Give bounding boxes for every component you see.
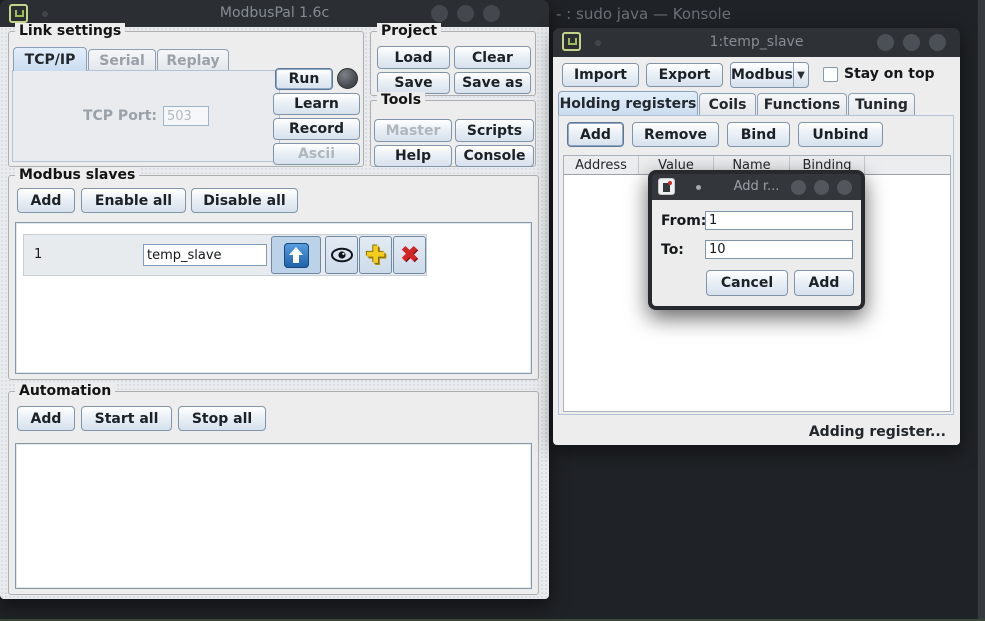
- slave-row: 1 ✚: [23, 234, 427, 276]
- link-settings-title: Link settings: [15, 23, 125, 39]
- col-extra: [865, 156, 950, 174]
- automation-title: Automation: [15, 383, 115, 399]
- clear-button[interactable]: Clear: [454, 46, 531, 69]
- tab-coils[interactable]: Coils: [699, 93, 756, 115]
- slave-list: 1 ✚: [15, 222, 532, 374]
- tab-replay[interactable]: Replay: [157, 49, 229, 71]
- from-label: From:: [661, 213, 706, 229]
- dialog-add-button[interactable]: Add: [794, 270, 854, 296]
- stay-on-top-label: Stay on top: [844, 66, 935, 82]
- modbus-slaves-title: Modbus slaves: [15, 167, 139, 183]
- slave-view-button[interactable]: [325, 236, 358, 274]
- slave-delete-button[interactable]: ✖: [393, 236, 426, 274]
- tcp-port-field[interactable]: [163, 106, 209, 126]
- konsole-window-title: - : sudo java — Konsole: [556, 5, 731, 23]
- slave-id: 1: [34, 247, 42, 262]
- tools-title: Tools: [377, 92, 425, 108]
- status-message: Adding register...: [809, 424, 946, 440]
- dialog-titlebar[interactable]: Add r...: [652, 174, 861, 200]
- import-button[interactable]: Import: [562, 63, 639, 87]
- modbus-mode-select[interactable]: Modbus ▼: [730, 62, 809, 88]
- master-button[interactable]: Master: [374, 119, 452, 142]
- register-add-button[interactable]: Add: [567, 122, 624, 147]
- close-button[interactable]: [929, 34, 946, 51]
- tab-tcpip[interactable]: TCP/IP: [13, 47, 87, 71]
- from-field[interactable]: [705, 211, 853, 230]
- eye-icon: [330, 247, 354, 263]
- maximize-button[interactable]: [903, 34, 920, 51]
- tab-holding-registers[interactable]: Holding registers: [558, 91, 698, 115]
- dialog-body: From: To: Cancel Add: [652, 200, 861, 306]
- project-title: Project: [377, 23, 441, 39]
- konsole-scrollbar[interactable]: [977, 0, 985, 621]
- learn-button[interactable]: Learn: [273, 93, 360, 115]
- maximize-button[interactable]: [457, 5, 474, 22]
- automation-list: [15, 443, 532, 589]
- to-label: To:: [661, 242, 684, 258]
- maximize-button[interactable]: [814, 180, 829, 195]
- tcpip-tab-panel: TCP Port:: [12, 70, 280, 162]
- start-all-button[interactable]: Start all: [81, 406, 172, 431]
- export-button[interactable]: Export: [646, 63, 723, 87]
- add-registers-dialog: Add r... From: To: Cancel Add: [648, 170, 865, 310]
- register-bind-button[interactable]: Bind: [727, 122, 790, 147]
- register-unbind-button[interactable]: Unbind: [798, 122, 883, 147]
- slave-name-field[interactable]: [143, 244, 267, 266]
- ascii-button[interactable]: Ascii: [273, 143, 360, 165]
- close-button[interactable]: [837, 180, 852, 195]
- to-field[interactable]: [705, 240, 853, 259]
- tools-group: Tools Master Scripts Help Console: [370, 100, 536, 167]
- console-button[interactable]: Console: [455, 145, 534, 167]
- project-group: Project Load Clear Save Save as: [370, 31, 536, 96]
- save-button[interactable]: Save: [377, 72, 450, 94]
- enable-all-button[interactable]: Enable all: [81, 188, 186, 213]
- modbus-slaves-group: Modbus slaves Add Enable all Disable all…: [8, 175, 539, 380]
- slave-duplicate-button[interactable]: ✚: [359, 236, 392, 274]
- help-button[interactable]: Help: [374, 145, 452, 167]
- stop-all-button[interactable]: Stop all: [178, 406, 266, 431]
- slave-add-button[interactable]: Add: [17, 188, 75, 213]
- minimize-button[interactable]: [877, 34, 894, 51]
- minimize-button[interactable]: [431, 5, 448, 22]
- register-remove-button[interactable]: Remove: [632, 122, 719, 147]
- cancel-button[interactable]: Cancel: [706, 270, 788, 296]
- link-status-led: [337, 68, 358, 89]
- minimize-button[interactable]: [791, 180, 806, 195]
- slave-enabled-toggle[interactable]: [271, 236, 321, 274]
- tab-functions[interactable]: Functions: [757, 93, 847, 115]
- stay-on-top-checkbox[interactable]: [823, 67, 838, 82]
- modbus-mode-value: Modbus: [731, 63, 793, 87]
- link-settings-group: Link settings TCP/IP Serial Replay TCP P…: [8, 31, 364, 167]
- col-address[interactable]: Address: [564, 156, 639, 174]
- automation-add-button[interactable]: Add: [17, 406, 75, 431]
- tab-serial[interactable]: Serial: [88, 49, 156, 71]
- add-plus-icon: ✚: [365, 241, 385, 269]
- scripts-button[interactable]: Scripts: [455, 119, 534, 142]
- automation-group: Automation Add Start all Stop all: [8, 391, 539, 595]
- modbuspal-main-window: ModbusPal 1.6c Link settings TCP/IP Seri…: [0, 0, 549, 599]
- save-as-button[interactable]: Save as: [454, 72, 531, 94]
- tcp-port-label: TCP Port:: [83, 108, 157, 124]
- up-arrow-icon: [284, 243, 309, 268]
- slave-titlebar[interactable]: 1:temp_slave: [553, 28, 960, 57]
- delete-x-icon: ✖: [400, 242, 419, 268]
- disable-all-button[interactable]: Disable all: [191, 188, 298, 213]
- run-button[interactable]: Run: [275, 68, 333, 90]
- main-window-content: Link settings TCP/IP Serial Replay TCP P…: [0, 27, 549, 599]
- record-button[interactable]: Record: [273, 118, 360, 140]
- dropdown-arrow-icon: ▼: [793, 63, 808, 87]
- tab-tuning[interactable]: Tuning: [848, 93, 915, 115]
- close-button[interactable]: [483, 5, 500, 22]
- desktop: - : sudo java — Konsole ModbusPal 1.6c L…: [0, 0, 985, 621]
- load-button[interactable]: Load: [377, 46, 450, 69]
